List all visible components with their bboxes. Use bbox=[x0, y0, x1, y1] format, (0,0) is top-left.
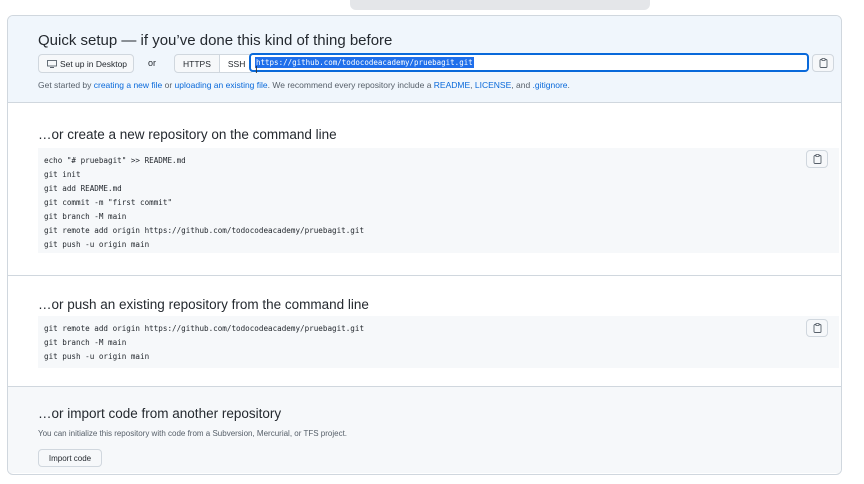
command-line: git add README.md bbox=[44, 184, 122, 193]
protocol-toggle: HTTPS SSH bbox=[174, 54, 255, 73]
import-code-button[interactable]: Import code bbox=[38, 449, 102, 467]
command-line: echo "# pruebagit" >> README.md bbox=[44, 156, 186, 165]
create-repo-commands: echo "# pruebagit" >> README.md git init g… bbox=[38, 148, 839, 253]
setup-desktop-label: Set up in Desktop bbox=[59, 58, 128, 69]
setup-desktop-button[interactable]: Set up in Desktop bbox=[38, 54, 134, 73]
hint-prefix: Get started by bbox=[38, 80, 94, 90]
command-line: git remote add origin https://github.com… bbox=[44, 226, 365, 235]
import-repo-title: …or import code from another repository bbox=[38, 406, 282, 421]
push-repo-title: …or push an existing repository from the… bbox=[38, 297, 369, 312]
push-repo-commands: git remote add origin https://github.com… bbox=[38, 316, 839, 368]
clone-url-text: https://github.com/todocodeacademy/prueb… bbox=[255, 57, 474, 68]
command-line: git init bbox=[44, 170, 81, 179]
text-cursor-icon: I bbox=[255, 65, 258, 76]
hint-or: or bbox=[162, 80, 175, 90]
copy-url-button[interactable] bbox=[812, 54, 834, 72]
get-started-hint: Get started by creating a new file or up… bbox=[38, 80, 570, 90]
upload-file-link[interactable]: uploading an existing file bbox=[175, 80, 268, 90]
create-repo-title: …or create a new repository on the comma… bbox=[38, 127, 337, 142]
quick-setup-panel: Quick setup — if you’ve done this kind o… bbox=[7, 15, 842, 475]
copy-push-commands-button[interactable] bbox=[806, 319, 828, 337]
create-new-file-link[interactable]: creating a new file bbox=[94, 80, 163, 90]
https-button[interactable]: HTTPS bbox=[174, 54, 220, 73]
hint-middle: . We recommend every repository include … bbox=[267, 80, 434, 90]
command-line: git branch -M main bbox=[44, 338, 127, 347]
readme-link[interactable]: README bbox=[434, 80, 470, 90]
copy-create-commands-button[interactable] bbox=[806, 150, 828, 168]
clone-url-input[interactable]: https://github.com/todocodeacademy/prueb… bbox=[249, 53, 809, 72]
copy-icon bbox=[813, 154, 821, 164]
browser-tab-strip bbox=[350, 0, 650, 10]
command-line: git commit -m "first commit" bbox=[44, 198, 173, 207]
command-line: git branch -M main bbox=[44, 212, 127, 221]
copy-icon bbox=[819, 58, 827, 68]
or-label: or bbox=[148, 58, 157, 68]
copy-icon bbox=[813, 323, 821, 333]
quick-setup-section: Quick setup — if you’ve done this kind o… bbox=[8, 16, 841, 103]
hint-and: , and bbox=[511, 80, 533, 90]
gitignore-link[interactable]: .gitignore bbox=[533, 80, 568, 90]
hint-end: . bbox=[567, 80, 570, 90]
push-repo-section: …or push an existing repository from the… bbox=[8, 276, 841, 387]
desktop-icon bbox=[46, 59, 57, 68]
command-line: git push -u origin main bbox=[44, 352, 150, 361]
license-link[interactable]: LICENSE bbox=[475, 80, 511, 90]
quick-setup-title: Quick setup — if you’ve done this kind o… bbox=[38, 32, 393, 49]
import-repo-description: You can initialize this repository with … bbox=[38, 429, 348, 438]
command-line: git remote add origin https://github.com… bbox=[44, 324, 365, 333]
browser-top-strip bbox=[0, 0, 864, 14]
create-repo-section: …or create a new repository on the comma… bbox=[8, 103, 841, 276]
import-repo-section: …or import code from another repository … bbox=[8, 387, 841, 473]
command-line: git push -u origin main bbox=[44, 240, 150, 249]
